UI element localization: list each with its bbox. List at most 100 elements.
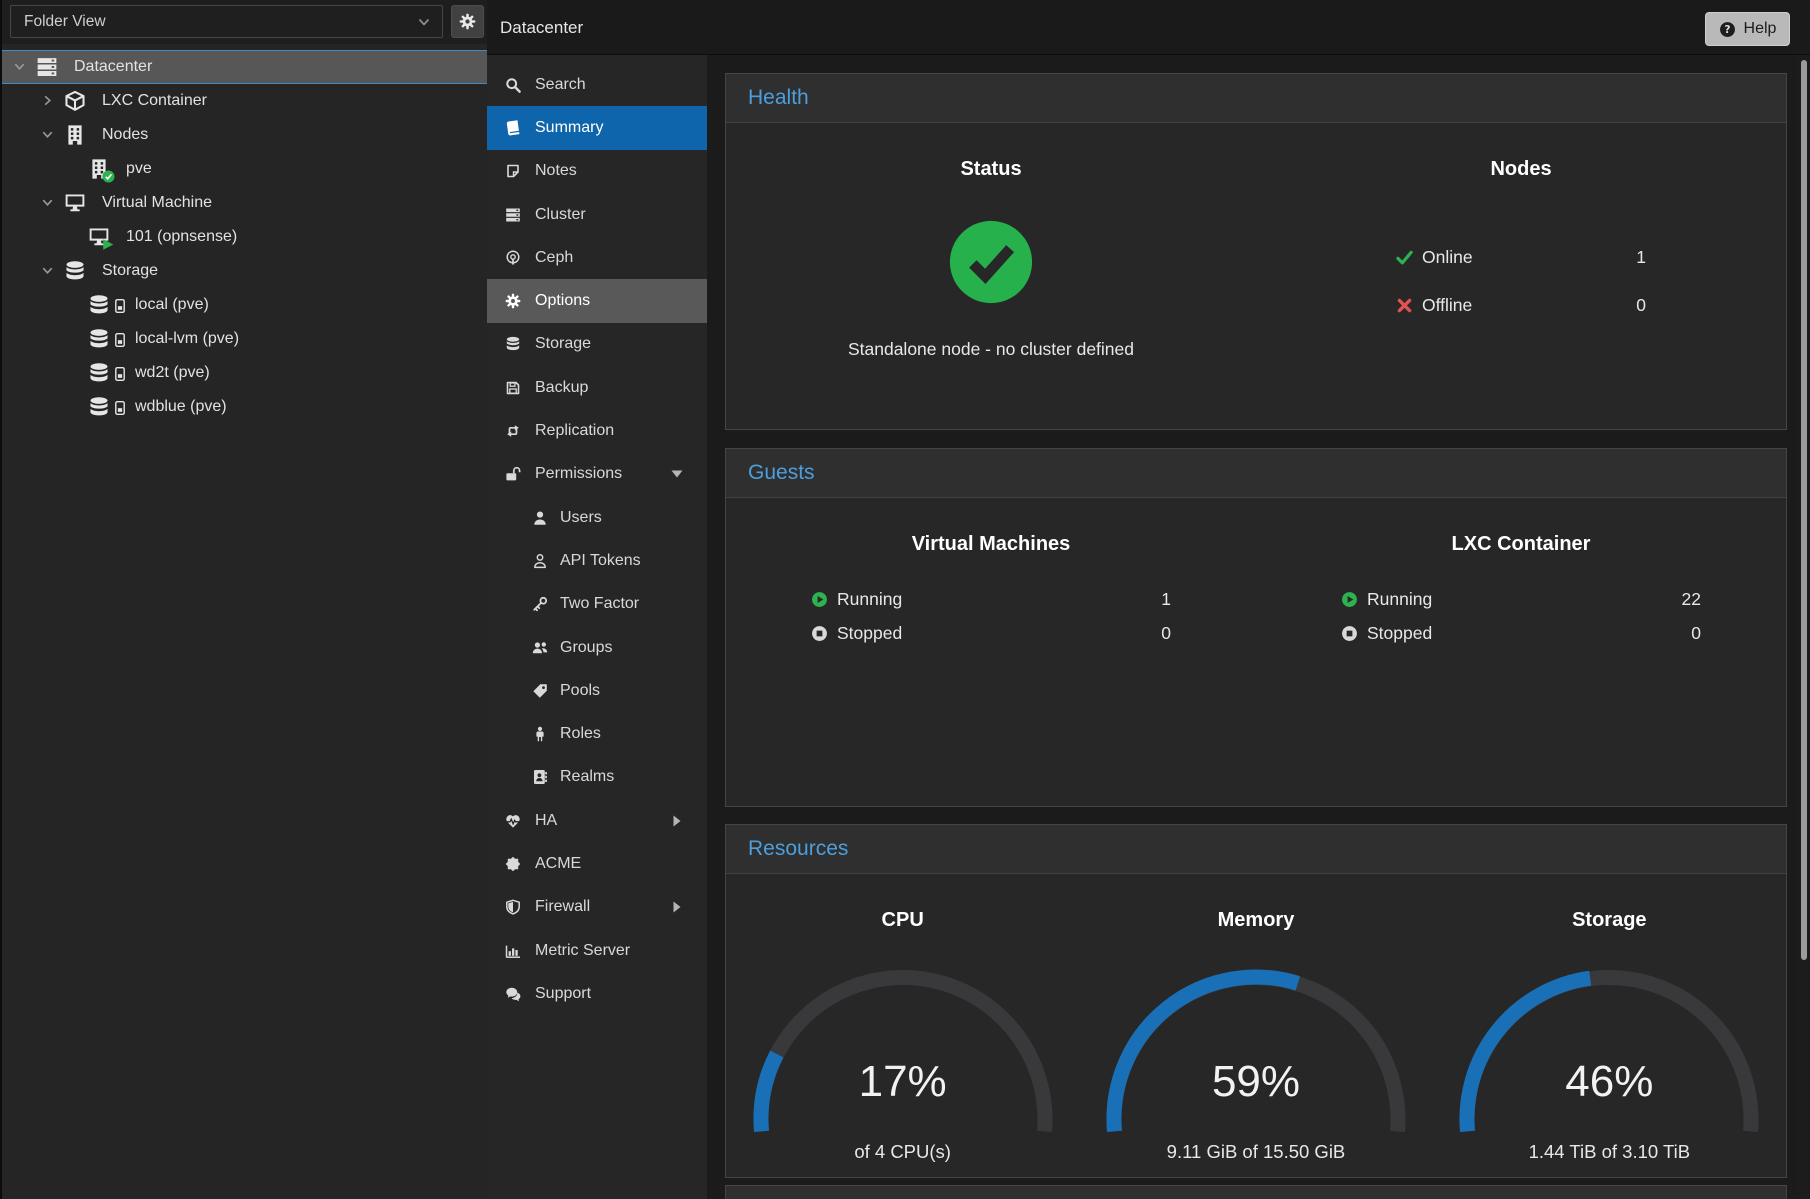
menu-item-ceph[interactable]: Ceph xyxy=(487,236,707,279)
status-row-label: Running xyxy=(837,589,1161,610)
tree-item-local-pve[interactable]: local (pve) xyxy=(2,288,487,322)
resource-heading: Memory xyxy=(1079,906,1432,934)
health-panel-title: Health xyxy=(748,86,809,110)
menu-item-storage[interactable]: Storage xyxy=(487,323,707,366)
certificate-icon xyxy=(505,856,521,872)
tree-item-storage[interactable]: Storage xyxy=(2,254,487,288)
menu-item-users[interactable]: Users xyxy=(487,496,707,539)
menu-item-support[interactable]: Support xyxy=(487,972,707,1015)
gear-icon xyxy=(505,293,521,309)
menu-item-realms[interactable]: Realms xyxy=(487,756,707,799)
menu-item-permissions[interactable]: Permissions xyxy=(487,453,707,496)
status-row-online: Online1 xyxy=(1396,233,1646,281)
play-circle-icon xyxy=(811,591,828,608)
tree-item-label: Storage xyxy=(102,262,158,280)
drive-icon xyxy=(113,294,127,316)
menu-item-cluster[interactable]: Cluster xyxy=(487,193,707,236)
menu-item-notes[interactable]: Notes xyxy=(487,150,707,193)
status-row-value: 0 xyxy=(1691,623,1701,644)
tree-item-nodes[interactable]: Nodes xyxy=(2,118,487,152)
menu-item-roles[interactable]: Roles xyxy=(487,712,707,755)
menu-item-pools[interactable]: Pools xyxy=(487,669,707,712)
svg-text:?: ? xyxy=(1724,23,1730,36)
tree-item-datacenter[interactable]: Datacenter xyxy=(2,50,487,84)
tree-item-wdblue-pve[interactable]: wdblue (pve) xyxy=(2,390,487,424)
check-icon xyxy=(1396,249,1413,266)
status-row-running: Running1 xyxy=(811,582,1171,616)
node-icon xyxy=(88,158,110,180)
main-content: Health Status Standalone node - no clust… xyxy=(707,55,1810,1199)
guests-column-lxc-container: LXC Container Running22Stopped0 xyxy=(1256,498,1786,650)
view-mode-select[interactable]: Folder View xyxy=(10,5,443,38)
guests-column-list: Running22Stopped0 xyxy=(1341,582,1701,650)
guests-columns: Virtual MachinesRunning1Stopped0LXC Cont… xyxy=(726,498,1786,650)
status-row-offline: Offline0 xyxy=(1396,281,1646,329)
tree-item-virtual-machine[interactable]: Virtual Machine xyxy=(2,186,487,220)
resources-panel: Resources CPU17%of 4 CPU(s)Memory59%9.11… xyxy=(725,824,1787,1178)
menu-item-api-tokens[interactable]: API Tokens xyxy=(487,539,707,582)
tree-toolbar: Folder View xyxy=(2,0,487,44)
drive-icon xyxy=(113,362,127,384)
server-icon xyxy=(36,56,58,78)
gauge-arc xyxy=(1459,959,1759,1149)
tree-item-label: pve xyxy=(126,160,152,178)
tree-item-label: LXC Container xyxy=(102,92,207,110)
menu-item-groups[interactable]: Groups xyxy=(487,626,707,669)
page-title: Datacenter xyxy=(500,0,583,55)
menu-item-search[interactable]: Search xyxy=(487,63,707,106)
chevron-down-icon[interactable] xyxy=(40,195,56,211)
menu-item-metric-server[interactable]: Metric Server xyxy=(487,929,707,972)
menu-item-label: Roles xyxy=(560,725,601,743)
gauge-arc xyxy=(753,959,1053,1149)
guests-column-heading: LXC Container xyxy=(1256,530,1786,558)
menu-item-label: Permissions xyxy=(535,465,622,483)
tree-item-wd2t-pve[interactable]: wd2t (pve) xyxy=(2,356,487,390)
gauge-detail: 9.11 GiB of 15.50 GiB xyxy=(1106,1139,1406,1165)
database-icon xyxy=(88,396,110,418)
menu-item-replication[interactable]: Replication xyxy=(487,409,707,452)
menu-item-acme[interactable]: ACME xyxy=(487,842,707,885)
menu-item-label: Options xyxy=(535,292,590,310)
menu-item-ha[interactable]: HA xyxy=(487,799,707,842)
status-row-running: Running22 xyxy=(1341,582,1701,616)
view-mode-value: Folder View xyxy=(24,13,416,31)
help-button[interactable]: ? Help xyxy=(1705,12,1790,46)
database-icon xyxy=(88,294,110,316)
heartbeat-icon xyxy=(505,813,521,829)
menu-item-backup[interactable]: Backup xyxy=(487,366,707,409)
gear-icon xyxy=(459,13,476,30)
bar-chart-icon xyxy=(505,943,521,959)
vertical-scrollbar[interactable] xyxy=(1797,55,1810,1199)
tree-item-101-opnsense[interactable]: 101 (opnsense) xyxy=(2,220,487,254)
chevron-down-icon[interactable] xyxy=(40,127,56,143)
note-icon xyxy=(505,163,521,179)
cluster-status-column: Status Standalone node - no cluster defi… xyxy=(726,123,1256,360)
guests-column-virtual-machines: Virtual MachinesRunning1Stopped0 xyxy=(726,498,1256,650)
menu-item-two-factor[interactable]: Two Factor xyxy=(487,583,707,626)
nodes-status-column: Nodes Online1Offline0 xyxy=(1256,123,1786,360)
tree-item-lxc-container[interactable]: LXC Container xyxy=(2,84,487,118)
stop-circle-icon xyxy=(1341,625,1358,642)
tree-item-pve[interactable]: pve xyxy=(2,152,487,186)
status-row-label: Online xyxy=(1422,247,1636,268)
menu-item-options[interactable]: Options xyxy=(487,279,707,322)
menu-item-label: Groups xyxy=(560,639,612,657)
building-icon xyxy=(64,124,86,146)
retweet-icon xyxy=(505,423,521,439)
scrollbar-thumb[interactable] xyxy=(1801,60,1807,960)
status-row-value: 1 xyxy=(1636,247,1646,268)
resources-panel-header: Resources xyxy=(726,825,1786,874)
menu-item-label: Cluster xyxy=(535,206,586,224)
tree-settings-button[interactable] xyxy=(451,5,484,38)
health-panel: Health Status Standalone node - no clust… xyxy=(725,73,1787,430)
gauge-percent: 46% xyxy=(1459,1055,1759,1109)
tree-item-label: 101 (opnsense) xyxy=(126,228,237,246)
chevron-right-icon[interactable] xyxy=(40,93,56,109)
chevron-down-icon[interactable] xyxy=(40,263,56,279)
menu-item-label: Notes xyxy=(535,162,577,180)
menu-item-summary[interactable]: Summary xyxy=(487,106,707,149)
menu-item-label: Storage xyxy=(535,335,591,353)
chevron-down-icon[interactable] xyxy=(12,59,28,75)
tree-item-local-lvm-pve[interactable]: local-lvm (pve) xyxy=(2,322,487,356)
menu-item-firewall[interactable]: Firewall xyxy=(487,886,707,929)
